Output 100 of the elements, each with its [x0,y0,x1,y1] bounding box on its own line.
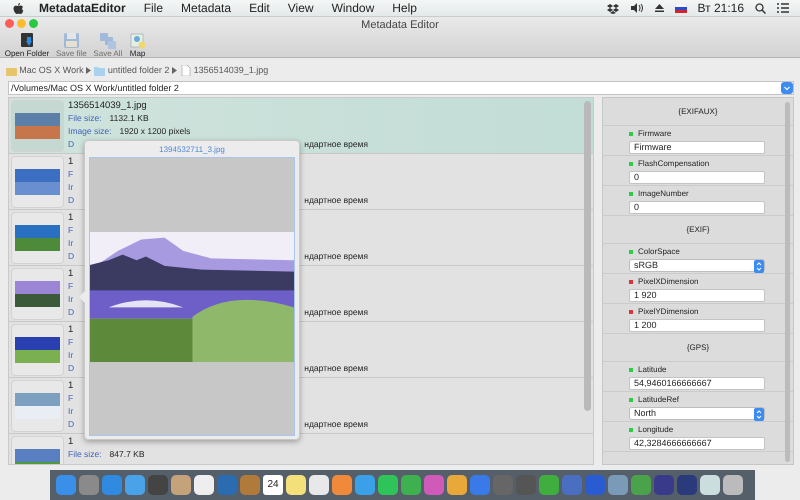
menu-item[interactable]: Edit [240,0,279,16]
window-title: Metadata Editor [360,18,440,32]
field-label: Ir [68,404,74,418]
field-label: Firmware [638,128,672,139]
app-menu[interactable]: MetadataEditor [30,0,135,16]
file-name: 1 [68,434,74,448]
field-label: Ir [68,236,74,250]
field-label: FlashCompensation [638,158,710,169]
menu-item[interactable]: Help [383,0,426,16]
file-name: 1 [68,154,74,168]
field-label: D [68,138,74,151]
app-icon[interactable] [355,475,375,495]
field-label: F [68,168,74,181]
toolbar-icon [18,32,36,49]
field-label: Longitude [638,424,674,435]
calendar-icon[interactable]: 24 [263,475,283,495]
preview-title: 1394532711_3.jpg [158,144,226,156]
field-label: ImageNumber [638,188,689,199]
field-value: ндартное время [304,362,368,375]
field-label: F [68,336,74,349]
field-value: ндартное время [304,250,368,263]
list-icon[interactable] [777,3,789,13]
app-icon[interactable] [332,475,352,495]
stepper-icon [754,408,764,421]
scrollbar[interactable] [584,100,591,411]
field-label: D [68,306,74,319]
input-field[interactable]: 54,9460166666667 [629,376,765,390]
flag-icon[interactable] [674,4,687,12]
toolbar-button[interactable]: Open Folder [2,32,52,58]
field-label: Latitude [638,364,666,375]
app-icon[interactable] [194,475,214,495]
field-label: Image size: [68,124,112,138]
close-button[interactable] [5,19,14,28]
app-icon[interactable] [171,475,191,495]
field-label: D [68,362,74,375]
menu-item[interactable]: Window [322,0,384,16]
app-icon[interactable] [286,475,306,495]
app-icon[interactable] [125,475,145,495]
apple-icon [12,2,24,14]
chevron-icon [172,67,178,74]
app-icon[interactable] [401,475,421,495]
input-field[interactable]: 1 200 [629,318,765,332]
field-label: D [68,250,74,263]
thumbnail-photo [15,112,60,139]
field-label: F [68,392,74,405]
field-label: LatitudeRef [638,394,679,405]
field-label: Ir [68,292,74,306]
toolbar-button[interactable]: Map [127,32,148,58]
field-value: ндартное время [304,306,368,319]
menu-item[interactable]: View [278,0,323,16]
breadcrumb-item[interactable]: Mac OS X Work [19,64,84,78]
folder-icon [94,65,106,76]
field-value: ндартное время [304,138,368,151]
thumbnail-photo [15,224,60,251]
input-field[interactable]: 0 [629,200,765,214]
field-label: PixelXDimension [638,276,698,287]
box-icon[interactable] [606,2,619,14]
app-icon[interactable] [539,475,559,495]
path-combo-box[interactable]: /Volumes/Mac OS X Work/untitled folder 2 [8,80,794,95]
file-name: 1 [68,378,74,392]
scrollbar[interactable] [785,102,790,462]
input-field[interactable]: 0 [629,170,765,184]
field-value: 1920 x 1200 pixels [119,124,190,138]
input-field[interactable]: 42,3284666666667 [629,436,765,450]
field-label: PixelYDimension [638,306,698,317]
toolbar-icon [62,32,80,49]
app-icon[interactable] [700,475,720,495]
field-label: ColorSpace [638,246,680,257]
input-field[interactable]: 1 920 [629,288,765,302]
field-value: ндартное время [304,418,368,431]
toolbar-icon [99,32,116,49]
file-icon [180,65,191,76]
file-name: 1356514039_1.jpg [68,98,148,112]
select-field[interactable]: sRGB [629,258,765,272]
app-icon[interactable] [723,475,743,495]
file-name: 1 [68,210,74,224]
file-name: 1 [68,322,74,336]
breadcrumb-item[interactable]: untitled folder 2 [108,64,170,78]
eject-icon[interactable] [654,4,664,12]
zoom-button[interactable] [28,19,38,28]
menu-clock[interactable]: Вт 21:16 [698,0,744,17]
field-label: F [68,224,74,237]
field-value: 1132.1 KB [110,112,149,125]
app-icon[interactable] [309,475,329,495]
app-icon[interactable] [378,475,398,495]
input-field[interactable]: Firmware [629,140,765,154]
volume-icon[interactable] [630,3,644,13]
search-icon[interactable] [755,2,766,14]
app-icon[interactable] [447,475,467,495]
thumbnail-photo [15,392,60,419]
menu-item[interactable]: Metadata [172,0,240,16]
select-field[interactable]: North [629,406,765,420]
menu-item[interactable]: File [134,0,172,16]
dropdown-icon [781,82,793,94]
chevron-icon [86,67,92,74]
field-label: File size: [68,112,102,125]
minimize-button[interactable] [16,19,26,28]
breadcrumb-item[interactable]: 1356514039_1.jpg [194,64,268,78]
stepper-icon [754,260,764,273]
field-label: Ir [68,180,74,194]
